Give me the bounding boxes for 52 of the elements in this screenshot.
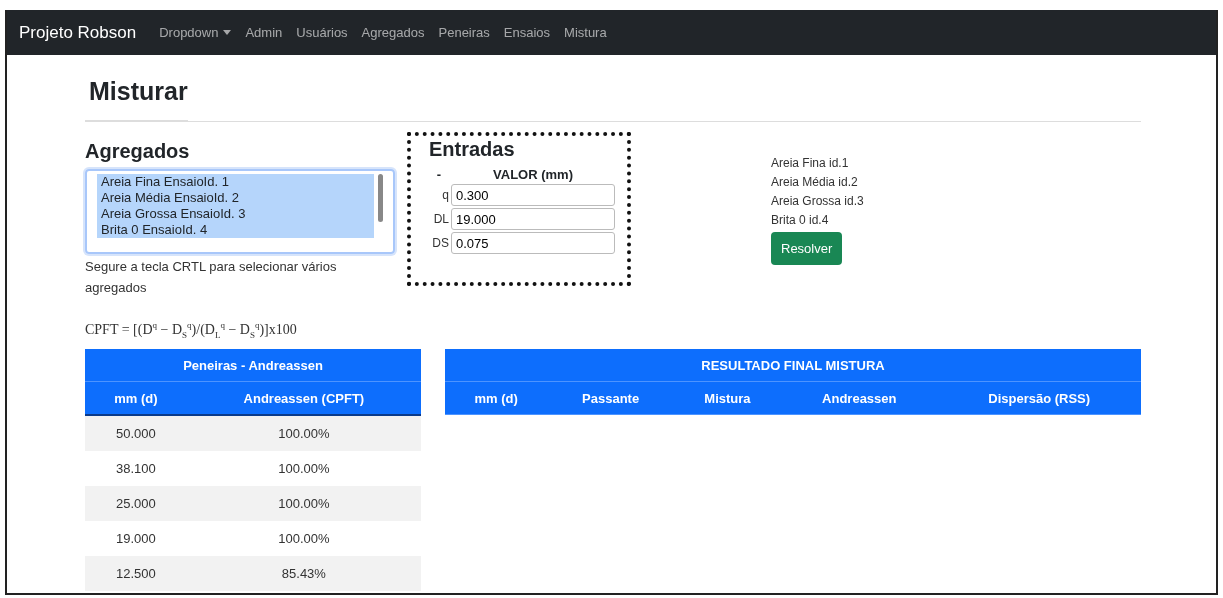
selected-aggregate: Areia Média id.2 — [771, 174, 858, 191]
list-option[interactable]: Areia Grossa EnsaioId. 3 — [97, 206, 374, 222]
field-label: DS — [431, 236, 449, 250]
field-label: DL — [432, 212, 449, 226]
selected-aggregate: Brita 0 id.4 — [771, 212, 829, 229]
formula-text: CPFT = [(D$^{q}$ − D$_{S}$$^{q}$)/(D$_{L}$$^{q}$ − D$_{S}$$^{q}$)]x100 — [85, 320, 298, 340]
aggregate-listbox[interactable]: Areia Fina EnsaioId. 1 Areia Média EnsaioId. 2 Areia Grossa EnsaioId. 3 Brita 0 EnsaioId. 4 — [85, 169, 395, 254]
table-cell: 50.000 — [85, 415, 187, 452]
table-cell: 12.500 — [85, 556, 187, 592]
nav-dropdown[interactable]: Dropdown — [154, 21, 237, 44]
nav-link[interactable]: Ensaios — [498, 21, 556, 44]
selected-aggregate: Areia Grossa id.3 — [771, 193, 864, 210]
column-header: Andreassen — [781, 381, 938, 415]
input-field[interactable]: 19.000 — [451, 208, 615, 230]
section-title: Entradas — [429, 138, 516, 161]
nav-link[interactable]: Usuários — [291, 21, 353, 44]
list-option[interactable]: Areia Média EnsaioId. 2 — [97, 190, 374, 206]
column-header: VALOR (mm) — [492, 167, 574, 182]
table-cell: 100.00% — [186, 521, 421, 557]
resolve-button[interactable]: Resolver — [771, 232, 843, 265]
page-title: Misturar — [85, 55, 188, 121]
nav-link[interactable]: Admin — [240, 21, 288, 44]
column-header: Andreassen (CPFT) — [186, 381, 421, 416]
table-cell: 38.100 — [85, 451, 187, 487]
input-field[interactable]: 0.075 — [451, 232, 615, 254]
table-title: Peneiras - Andreassen — [85, 349, 421, 382]
field-label: q — [441, 188, 449, 202]
table-title: RESULTADO FINAL MISTURA — [445, 349, 1141, 382]
table-cell: 25.000 — [85, 486, 187, 522]
table-cell: 19.000 — [85, 521, 187, 557]
list-option[interactable]: Areia Fina EnsaioId. 1 — [97, 174, 374, 190]
caret-icon — [223, 30, 232, 35]
table-cell: 100.00% — [186, 415, 421, 452]
selected-aggregate: Areia Fina id.1 — [771, 155, 849, 172]
brand-link[interactable]: Projeto Robson — [19, 22, 137, 43]
input-field[interactable]: 0.300 — [451, 184, 615, 206]
column-header: Dispersão (RSS) — [937, 381, 1141, 415]
help-text: Segure a tecla CRTL para selecionar vários agregados — [85, 258, 338, 297]
list-option[interactable]: Brita 0 EnsaioId. 4 — [97, 222, 374, 238]
table-cell: 85.43% — [186, 556, 421, 592]
column-header: mm (d) — [445, 381, 548, 415]
section-title: Agregados — [85, 140, 191, 163]
table-cell: 100.00% — [186, 451, 421, 487]
nav-link[interactable]: Mistura — [559, 21, 612, 44]
column-header: - — [435, 167, 443, 182]
column-header: mm (d) — [85, 381, 187, 416]
column-header: Mistura — [673, 381, 782, 415]
table-cell: 100.00% — [186, 486, 421, 522]
nav-link[interactable]: Agregados — [356, 21, 430, 44]
nav-link[interactable]: Peneiras — [433, 21, 495, 44]
column-header: Passante — [547, 381, 674, 415]
scrollbar-thumb[interactable] — [378, 174, 383, 222]
